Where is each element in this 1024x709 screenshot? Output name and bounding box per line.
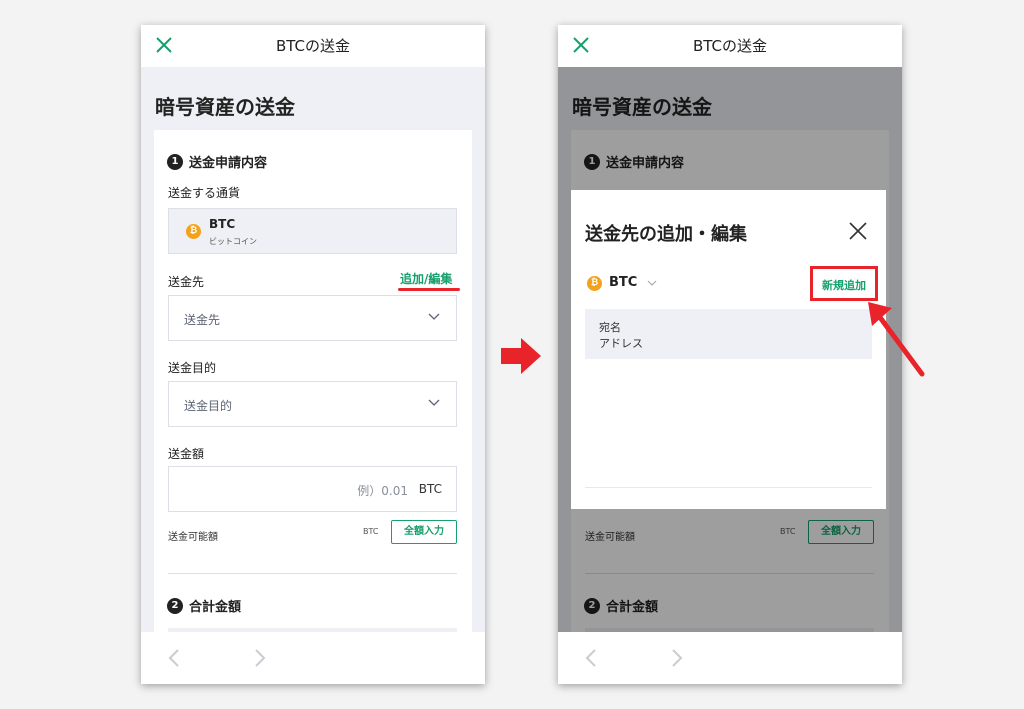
back-arrow-icon[interactable] bbox=[167, 648, 181, 668]
back-arrow-icon[interactable] bbox=[584, 648, 598, 668]
chevron-down-icon bbox=[428, 399, 440, 406]
section-1-heading: 1 送金申請内容 bbox=[167, 152, 267, 171]
add-edit-link[interactable]: 追加/編集 bbox=[400, 270, 452, 287]
coin-name: ビットコイン bbox=[209, 237, 257, 246]
destination-edit-modal: 送金先の追加・編集 ₿ BTC 新規追加 宛名 アドレス bbox=[571, 190, 886, 509]
amount-unit: BTC bbox=[418, 482, 442, 496]
purpose-label: 送金目的 bbox=[168, 361, 217, 375]
highlight-underline bbox=[398, 288, 460, 291]
amount-placeholder: 例）0.01 bbox=[357, 484, 408, 498]
top-bar-title: BTCの送金 bbox=[275, 37, 351, 55]
available-label: 送金可能額 bbox=[168, 532, 218, 543]
recipient-name-label: 宛名 bbox=[599, 321, 621, 334]
send-screen-before: BTCの送金 暗号資産の送金 1 送金申請内容 送金する通貨 ₿ BTC ビット… bbox=[141, 25, 485, 684]
currency-display: ₿ BTC ビットコイン bbox=[168, 208, 457, 254]
purpose-select[interactable]: 送金目的 bbox=[168, 381, 457, 427]
currency-label: 送金する通貨 bbox=[168, 186, 241, 200]
purpose-placeholder: 送金目的 bbox=[184, 399, 233, 413]
forward-arrow-icon[interactable] bbox=[670, 648, 684, 668]
divider bbox=[168, 573, 457, 574]
section-title: 合計金額 bbox=[189, 600, 242, 615]
forward-arrow-icon[interactable] bbox=[253, 648, 267, 668]
top-bar: BTCの送金 bbox=[141, 25, 485, 67]
amount-input[interactable]: 例）0.01 BTC bbox=[168, 466, 457, 512]
section-title: 送金申請内容 bbox=[189, 156, 268, 171]
send-screen-after: BTCの送金 暗号資産の送金 1 送金申請内容 送金可能額 BTC 全額入力 2… bbox=[558, 25, 902, 684]
modal-title: 送金先の追加・編集 bbox=[585, 224, 747, 245]
available-unit: BTC bbox=[363, 527, 379, 536]
new-add-label: 新規追加 bbox=[822, 279, 866, 292]
close-icon[interactable] bbox=[849, 222, 867, 240]
bitcoin-icon: ₿ bbox=[587, 276, 602, 291]
step-badge: 2 bbox=[167, 597, 183, 614]
destination-label: 送金先 bbox=[168, 275, 205, 289]
coin-selector[interactable]: BTC bbox=[609, 275, 637, 290]
bottom-nav bbox=[558, 632, 902, 684]
step-badge: 1 bbox=[167, 153, 183, 170]
chevron-down-icon bbox=[428, 313, 440, 320]
coin-symbol: BTC bbox=[209, 217, 236, 231]
destination-placeholder: 送金先 bbox=[184, 313, 221, 327]
new-add-button[interactable]: 新規追加 bbox=[810, 266, 878, 301]
bottom-nav bbox=[141, 632, 485, 684]
send-form-card: 1 送金申請内容 送金する通貨 ₿ BTC ビットコイン 送金先 追加/編集 送… bbox=[154, 130, 472, 650]
top-bar-title: BTCの送金 bbox=[692, 37, 768, 55]
address-list-header: 宛名 アドレス bbox=[585, 309, 872, 359]
section-2-heading: 2 合計金額 bbox=[167, 596, 241, 615]
address-label: アドレス bbox=[599, 337, 643, 350]
amount-label: 送金額 bbox=[168, 447, 205, 461]
pointer-arrow-icon bbox=[868, 302, 925, 377]
next-step-arrow-icon bbox=[501, 338, 541, 374]
top-bar: BTCの送金 bbox=[558, 25, 902, 67]
divider bbox=[585, 487, 872, 488]
chevron-down-icon[interactable] bbox=[647, 280, 657, 286]
destination-select[interactable]: 送金先 bbox=[168, 295, 457, 341]
page-title: 暗号資産の送金 bbox=[155, 95, 295, 119]
fill-all-button[interactable]: 全額入力 bbox=[391, 520, 457, 544]
bitcoin-icon: ₿ bbox=[186, 224, 201, 239]
